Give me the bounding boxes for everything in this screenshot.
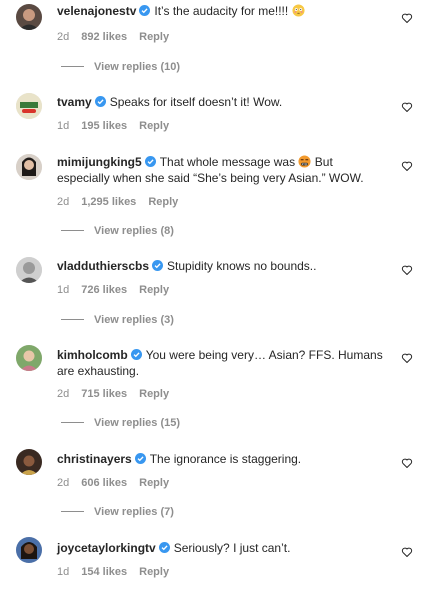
reply-button[interactable]: Reply	[139, 284, 169, 296]
divider-line	[61, 422, 84, 423]
comment-text: joycetaylorkingtv Seriously? I just can’t…	[57, 540, 387, 556]
comment-username[interactable]: tvamy	[57, 95, 92, 109]
comment-body: Stupidity knows no bounds..	[167, 259, 317, 273]
comment-username[interactable]: kimholcomb	[57, 348, 128, 362]
avatar[interactable]	[16, 257, 42, 283]
view-replies-button[interactable]: View replies (10)	[61, 61, 180, 74]
avatar[interactable]	[16, 449, 42, 475]
verified-badge-icon	[158, 542, 170, 553]
comment-time: 1d	[57, 566, 70, 578]
comment-username[interactable]: vladduthierscbs	[57, 259, 149, 273]
comment-meta: 2d 1,295 likes Reply	[57, 196, 190, 209]
likes-count[interactable]: 606 likes	[81, 477, 127, 489]
verified-badge-icon	[139, 5, 151, 16]
verified-badge-icon	[144, 156, 156, 167]
likes-count[interactable]: 1,295 likes	[81, 196, 136, 208]
comment-meta: 2d 892 likes Reply	[57, 31, 181, 44]
heart-outline-icon[interactable]	[401, 101, 413, 113]
view-replies-button[interactable]: View replies (3)	[61, 314, 174, 327]
reply-button[interactable]: Reply	[148, 196, 178, 208]
svg-text:#!@: #!@	[302, 163, 308, 166]
divider-line	[61, 319, 84, 320]
view-replies-label: View replies (15)	[94, 417, 181, 429]
heart-outline-icon[interactable]	[401, 12, 413, 24]
avatar[interactable]	[16, 93, 42, 119]
comment-meta: 2d 715 likes Reply	[57, 388, 181, 401]
divider-line	[61, 511, 84, 512]
comment-username[interactable]: velenajonestv	[57, 4, 136, 18]
reply-button[interactable]: Reply	[139, 31, 169, 43]
verified-badge-icon	[130, 349, 142, 360]
comment-time: 1d	[57, 284, 70, 296]
reply-button[interactable]: Reply	[139, 477, 169, 489]
view-replies-label: View replies (7)	[94, 506, 174, 518]
comment-meta: 1d 154 likes Reply	[57, 566, 181, 579]
heart-outline-icon[interactable]	[401, 546, 413, 558]
view-replies-label: View replies (10)	[94, 61, 181, 73]
heart-outline-icon[interactable]	[401, 160, 413, 172]
verified-badge-icon	[152, 260, 164, 271]
comment-body-before: That whole message was	[159, 155, 296, 169]
likes-count[interactable]: 154 likes	[81, 566, 127, 578]
face-with-symbols-icon: #!@	[298, 155, 311, 168]
comment-text: velenajonestv It’s the audacity for me!!!…	[57, 3, 387, 19]
comment-meta: 2d 606 likes Reply	[57, 477, 181, 490]
verified-badge-icon	[134, 453, 146, 464]
avatar[interactable]	[16, 154, 42, 180]
comment-meta: 1d 195 likes Reply	[57, 120, 181, 133]
view-replies-button[interactable]: View replies (8)	[61, 225, 174, 238]
comment-time: 2d	[57, 388, 70, 400]
comment-text: christinayers The ignorance is staggering…	[57, 451, 387, 467]
comment-body: It’s the audacity for me!!!!	[154, 4, 289, 18]
reply-button[interactable]: Reply	[139, 388, 169, 400]
heart-outline-icon[interactable]	[401, 457, 413, 469]
reply-button[interactable]: Reply	[139, 120, 169, 132]
comment-time: 2d	[57, 31, 70, 43]
likes-count[interactable]: 195 likes	[81, 120, 127, 132]
likes-count[interactable]: 726 likes	[81, 284, 127, 296]
avatar[interactable]	[16, 345, 42, 371]
avatar[interactable]	[16, 4, 42, 30]
heart-outline-icon[interactable]	[401, 264, 413, 276]
comment-body: Speaks for itself doesn’t it! Wow.	[109, 95, 283, 109]
likes-count[interactable]: 892 likes	[81, 31, 127, 43]
divider-line	[61, 230, 84, 231]
comment-text: mimijungking5 That whole message was #!@ …	[57, 154, 387, 186]
comment-text: kimholcomb You were being very… Asian? FF…	[57, 347, 387, 379]
view-replies-button[interactable]: View replies (15)	[61, 417, 180, 430]
comment-username[interactable]: mimijungking5	[57, 155, 142, 169]
comment-username[interactable]: joycetaylorkingtv	[57, 541, 156, 555]
flushed-face-icon	[292, 4, 305, 17]
verified-badge-icon	[94, 96, 106, 107]
comment-text: tvamy Speaks for itself doesn’t it! Wow.	[57, 94, 387, 110]
comment-text: vladduthierscbs Stupidity knows no bounds…	[57, 258, 387, 274]
divider-line	[61, 66, 84, 67]
comment-time: 1d	[57, 120, 70, 132]
view-replies-label: View replies (8)	[94, 225, 174, 237]
comment-body: The ignorance is staggering.	[149, 452, 302, 466]
avatar[interactable]	[16, 537, 42, 563]
likes-count[interactable]: 715 likes	[81, 388, 127, 400]
comment-time: 2d	[57, 477, 70, 489]
heart-outline-icon[interactable]	[401, 352, 413, 364]
reply-button[interactable]: Reply	[139, 566, 169, 578]
view-replies-button[interactable]: View replies (7)	[61, 506, 174, 519]
comment-time: 2d	[57, 196, 70, 208]
comment-meta: 1d 726 likes Reply	[57, 284, 181, 297]
view-replies-label: View replies (3)	[94, 314, 174, 326]
comment-body: Seriously? I just can’t.	[173, 541, 291, 555]
comment-username[interactable]: christinayers	[57, 452, 132, 466]
